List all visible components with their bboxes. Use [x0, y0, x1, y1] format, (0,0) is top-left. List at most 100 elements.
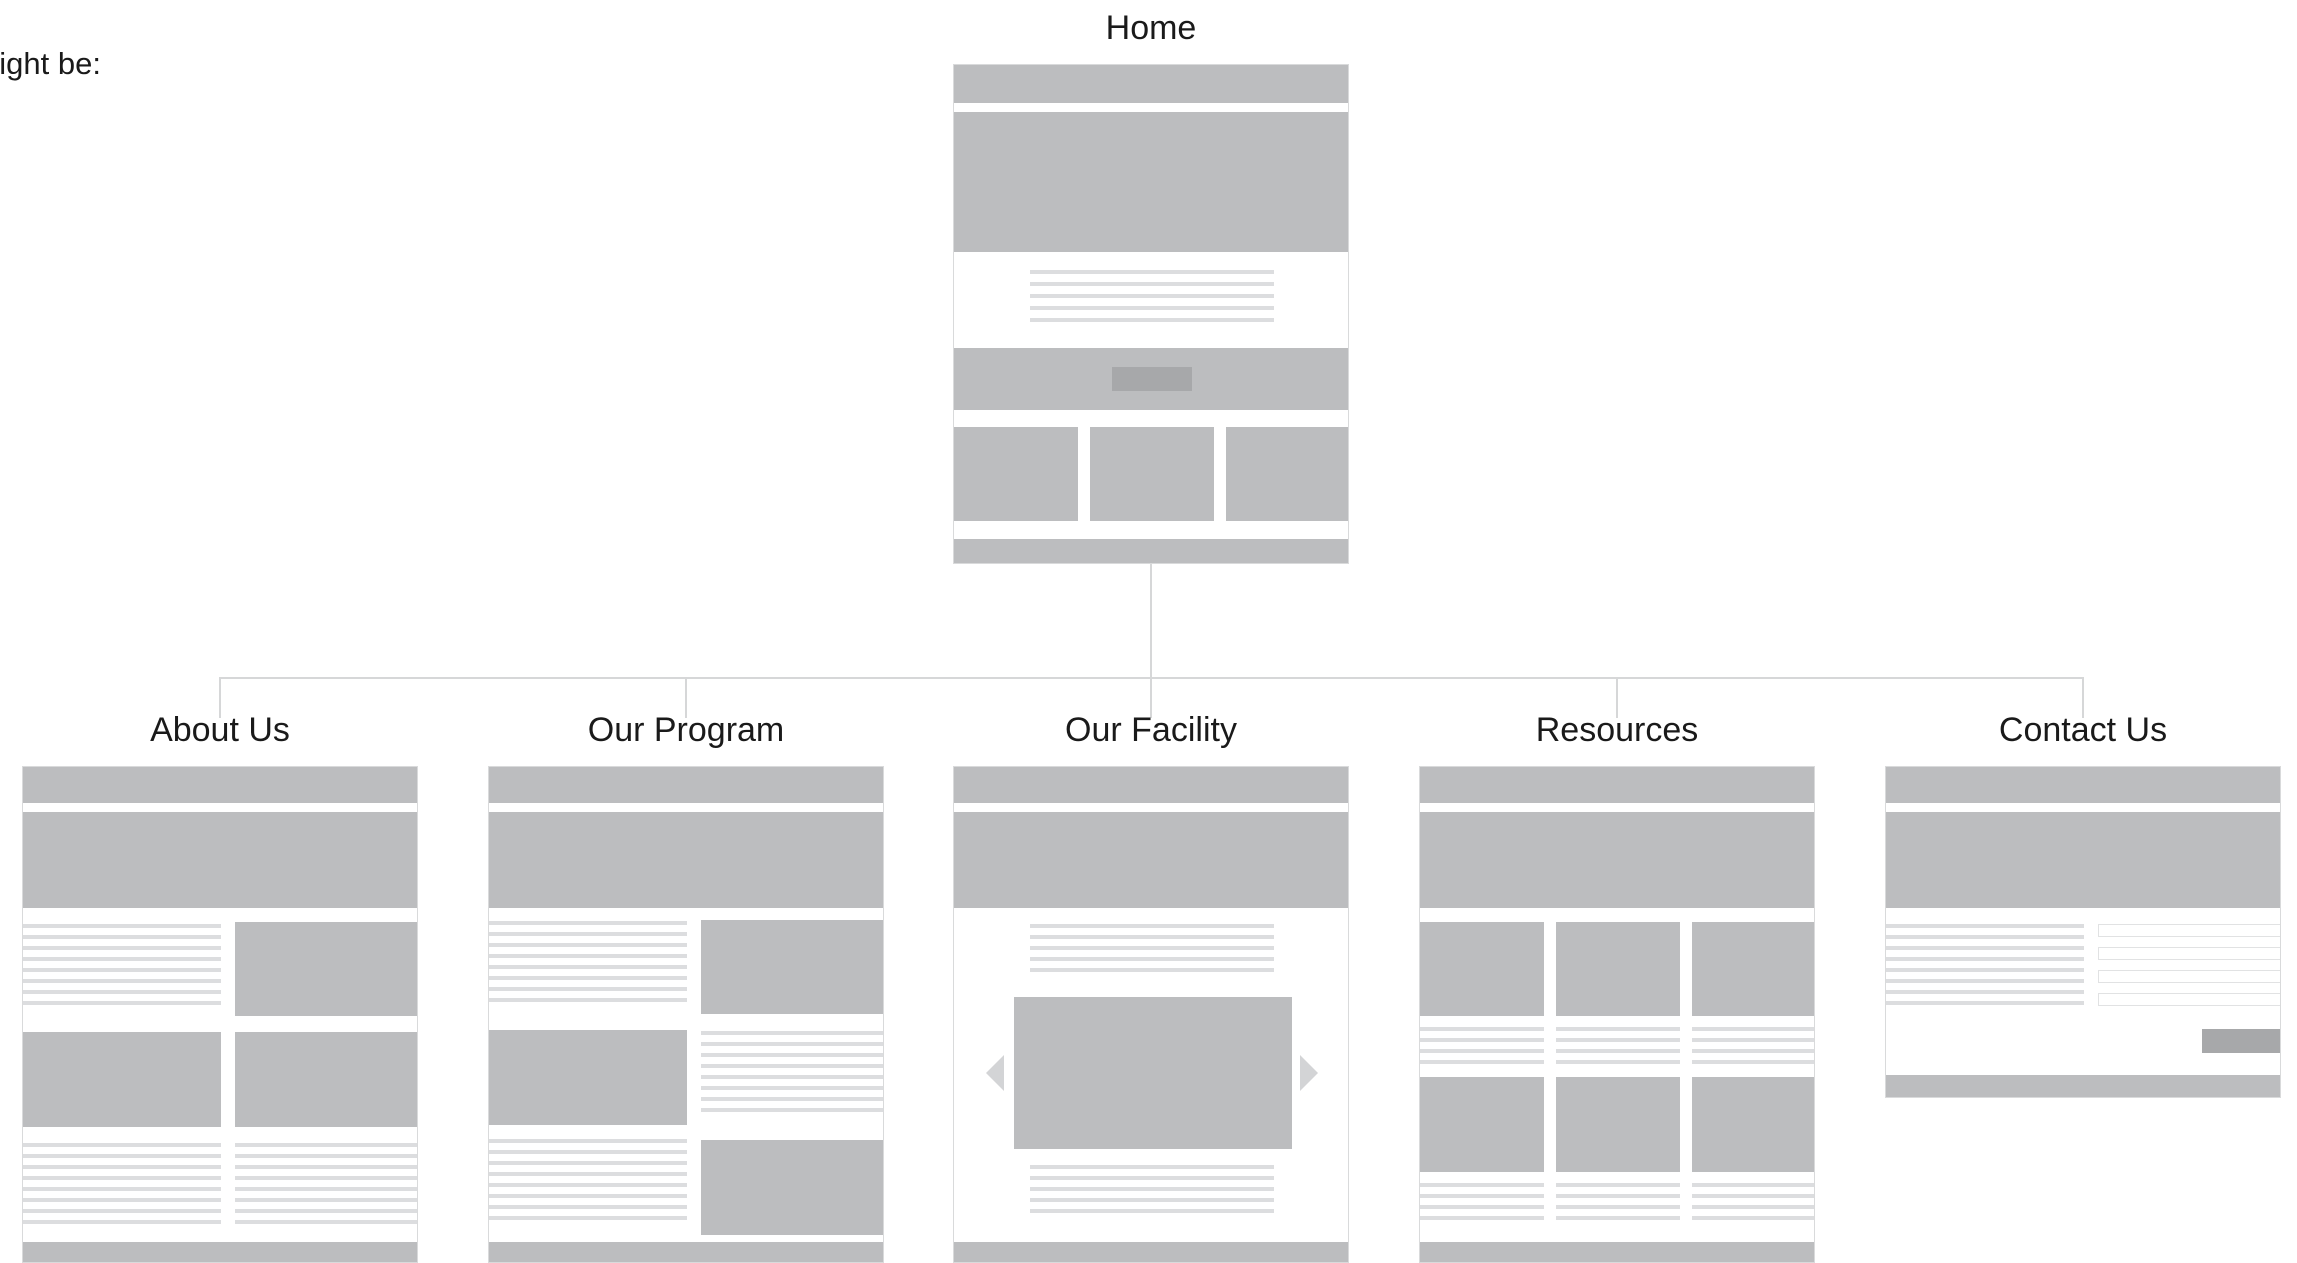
text-line: [489, 1205, 687, 1209]
footer-bar: [1886, 1075, 2280, 1097]
header-bar: [23, 767, 417, 803]
text-line: [1030, 282, 1274, 286]
text-line: [23, 957, 221, 961]
form-field: [2098, 924, 2280, 937]
text-line: [1556, 1194, 1680, 1198]
text-line: [1030, 318, 1274, 322]
text-line: [489, 1194, 687, 1198]
submit-button: [2202, 1029, 2280, 1053]
hero-banner: [1886, 812, 2280, 908]
image-block: [23, 1032, 221, 1127]
resource-card: [1556, 922, 1680, 1016]
resource-card: [1556, 1077, 1680, 1172]
text-line: [1886, 946, 2084, 950]
form-field: [2098, 970, 2280, 983]
text-line: [1420, 1205, 1544, 1209]
header-bar: [1886, 767, 2280, 803]
header-bar: [954, 767, 1348, 803]
text-line: [701, 1075, 883, 1079]
text-line: [489, 1139, 687, 1143]
text-line: [235, 1187, 417, 1191]
text-line: [235, 1165, 417, 1169]
text-line: [23, 1001, 221, 1005]
text-line: [1420, 1049, 1544, 1053]
text-line: [1030, 1187, 1274, 1191]
contact-us-wireframe: [1885, 766, 2281, 1098]
text-line: [1420, 1216, 1544, 1220]
text-line: [1030, 294, 1274, 298]
footer-bar: [954, 1242, 1348, 1262]
our-program-wireframe: [488, 766, 884, 1263]
about-us-wireframe: [22, 766, 418, 1263]
text-line: [701, 1053, 883, 1057]
feature-card: [954, 427, 1078, 521]
header-bar: [954, 65, 1348, 103]
text-line: [1420, 1183, 1544, 1187]
resources-title: Resources: [1535, 711, 1699, 749]
text-line: [1692, 1216, 1814, 1220]
text-line: [1886, 935, 2084, 939]
text-line: [1030, 1209, 1274, 1213]
home-wireframe: [953, 64, 1349, 564]
text-line: [23, 1187, 221, 1191]
image-block: [235, 922, 417, 1016]
resource-card: [1692, 1077, 1814, 1172]
text-line: [701, 1042, 883, 1046]
contact-us-title: Contact Us: [1998, 711, 2168, 749]
text-line: [489, 921, 687, 925]
text-line: [1886, 924, 2084, 928]
cta-button: [1112, 367, 1192, 391]
text-line: [701, 1097, 883, 1101]
text-line: [701, 1031, 883, 1035]
resource-card: [1692, 922, 1814, 1016]
footer-bar: [1420, 1242, 1814, 1262]
text-line: [23, 1176, 221, 1180]
footer-bar: [489, 1242, 883, 1262]
text-line: [1030, 935, 1274, 939]
image-block: [235, 1032, 417, 1127]
our-facility-wireframe: [953, 766, 1349, 1263]
text-line: [23, 1220, 221, 1224]
our-facility-title: Our Facility: [1065, 711, 1237, 749]
text-line: [1030, 968, 1274, 972]
footer-bar: [954, 539, 1348, 563]
text-line: [235, 1220, 417, 1224]
gallery-prev-arrow-icon: [986, 1055, 1004, 1091]
text-line: [23, 935, 221, 939]
text-line: [1556, 1038, 1680, 1042]
header-bar: [489, 767, 883, 803]
text-line: [701, 1086, 883, 1090]
text-line: [1692, 1049, 1814, 1053]
text-line: [23, 1165, 221, 1169]
text-line: [1556, 1027, 1680, 1031]
text-line: [1692, 1038, 1814, 1042]
text-line: [489, 976, 687, 980]
text-line: [489, 998, 687, 1002]
image-block: [701, 1140, 883, 1235]
resources-wireframe: [1419, 766, 1815, 1263]
text-line: [1886, 1001, 2084, 1005]
text-line: [1420, 1194, 1544, 1198]
footer-bar: [23, 1242, 417, 1262]
form-field: [2098, 947, 2280, 960]
text-line: [701, 1108, 883, 1112]
text-line: [23, 924, 221, 928]
text-line: [1030, 957, 1274, 961]
feature-card: [1226, 427, 1348, 521]
text-line: [235, 1209, 417, 1213]
header-bar: [1420, 767, 1814, 803]
text-line: [23, 1209, 221, 1213]
form-field: [2098, 993, 2280, 1006]
text-line: [23, 1143, 221, 1147]
hero-banner: [954, 112, 1348, 252]
text-line: [235, 1154, 417, 1158]
text-line: [1556, 1049, 1680, 1053]
text-line: [1556, 1183, 1680, 1187]
text-line: [489, 1216, 687, 1220]
text-line: [23, 1154, 221, 1158]
text-line: [1886, 957, 2084, 961]
text-line: [701, 1064, 883, 1068]
about-us-title: About Us: [150, 711, 290, 749]
text-line: [1556, 1060, 1680, 1064]
text-line: [235, 1143, 417, 1147]
